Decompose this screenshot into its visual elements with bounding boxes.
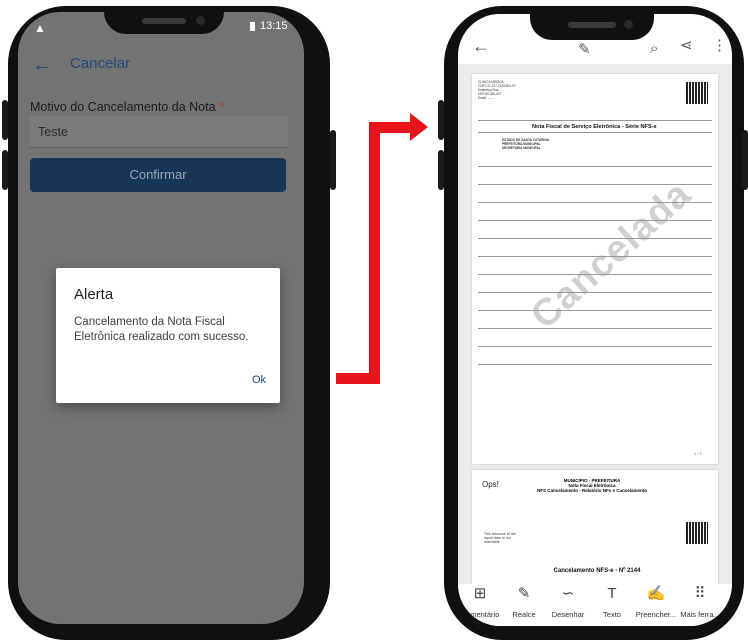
arrow-head	[410, 113, 428, 141]
ops-label: Ops!	[482, 480, 499, 489]
text-icon: T	[607, 585, 617, 602]
share-icon[interactable]: ⋖	[680, 36, 693, 54]
page-counter: 1 / 2	[694, 451, 702, 456]
tool-highlight[interactable]: ✎ Realce	[502, 584, 546, 619]
status-time: 13:15	[260, 20, 288, 32]
volume-button	[438, 100, 444, 140]
page-title: Cancelar	[70, 55, 131, 72]
report-title: MUNICÍPIO - PREFEITURA Nota Fiscal Eletr…	[532, 478, 652, 493]
cancellation-band: Cancelamento NFS-e - Nº 2144	[553, 568, 641, 574]
document-view[interactable]: CLINICA MEDICA CNPJ 21.227.213/0001-97 End…	[458, 64, 732, 590]
tool-label: Realce	[512, 610, 536, 619]
dialog-title: Alerta	[74, 286, 114, 303]
ok-button[interactable]: Ok	[252, 374, 266, 386]
required-mark: *	[219, 100, 224, 114]
unreachable-note: This resource of the report item is not …	[484, 532, 516, 544]
divider	[478, 346, 712, 347]
divider	[478, 120, 712, 121]
divider	[478, 328, 712, 329]
app-bar: ← Cancelar	[18, 44, 304, 88]
battery-icon	[250, 22, 255, 31]
back-arrow-icon[interactable]: ←	[32, 54, 52, 77]
tool-text[interactable]: T Texto	[590, 584, 634, 619]
confirm-button[interactable]: Confirmar	[30, 158, 286, 192]
left-screen: ▲ 13:15 ← Cancelar Motivo do Cancelament…	[18, 12, 304, 624]
qr-code	[686, 82, 708, 104]
back-arrow-icon[interactable]: ←	[472, 36, 490, 57]
tool-label: Preencher...	[635, 610, 677, 619]
tool-draw[interactable]: ∽ Desenhar	[546, 584, 590, 619]
warning-icon: ▲	[34, 21, 46, 35]
nfs-header-title: Nota Fiscal de Serviço Eletrônica - Séri…	[532, 124, 657, 130]
document-page: Ops! MUNICÍPIO - PREFEITURA Nota Fiscal …	[472, 470, 718, 590]
speaker	[142, 18, 186, 24]
volume-button	[2, 100, 8, 140]
arrow-segment	[369, 122, 413, 133]
highlight-icon: ✎	[517, 585, 531, 602]
tool-label: Comentário	[460, 610, 500, 619]
comment-icon: ⊞	[473, 585, 487, 602]
fill-sign-icon: ✍	[646, 585, 666, 602]
cancel-reason-input[interactable]: Teste	[30, 116, 288, 148]
volume-button	[2, 150, 8, 190]
divider	[478, 238, 712, 239]
divider	[478, 166, 712, 167]
qr-code	[686, 522, 708, 544]
annotation-toolbar: ⊞ Comentário ✎ Realce ∽ Desenhar T Texto…	[458, 584, 732, 626]
divider	[478, 310, 712, 311]
tool-label: Mais ferra...	[680, 610, 720, 619]
power-button	[742, 130, 748, 190]
more-icon[interactable]: ⋮	[712, 36, 727, 54]
camera	[196, 16, 205, 25]
divider	[478, 364, 712, 365]
dialog-message: Cancelamento da Nota Fiscal Eletrônica r…	[74, 316, 249, 343]
alert-dialog: Alerta Cancelamento da Nota Fiscal Eletr…	[56, 268, 280, 403]
power-button	[330, 130, 336, 190]
field-label-text: Motivo do Cancelamento da Nota	[30, 100, 216, 114]
report-title-line3: NFS Cancelamento - Relatório NFs e Cance…	[536, 488, 648, 493]
right-screen: ← ✎ ⌕ ⋖ ⋮ CLINICA MEDICA CNPJ 21.227.213/…	[458, 14, 732, 626]
speaker	[568, 22, 616, 28]
tool-label: Texto	[603, 610, 621, 619]
camera	[624, 20, 633, 29]
prefecture-block: ESTADO DE SANTA CATARINA PREFEITURA MUNIC…	[502, 138, 549, 150]
tool-fill-sign[interactable]: ✍ Preencher...	[634, 584, 678, 619]
tool-more[interactable]: ⠿ Mais ferra...	[678, 584, 722, 619]
pen-icon[interactable]: ✎	[578, 40, 591, 58]
issuer-block: CLINICA MEDICA CNPJ 21.227.213/0001-97 End…	[478, 80, 516, 100]
field-label: Motivo do Cancelamento da Nota *	[30, 100, 224, 114]
search-icon[interactable]: ⌕	[650, 40, 658, 57]
tool-label: Desenhar	[551, 610, 585, 619]
document-page: CLINICA MEDICA CNPJ 21.227.213/0001-97 End…	[472, 74, 718, 464]
arrow-segment	[369, 122, 380, 384]
divider	[478, 132, 712, 133]
tool-comment[interactable]: ⊞ Comentário	[458, 584, 502, 619]
draw-icon: ∽	[561, 585, 575, 602]
more-tools-icon: ⠿	[694, 585, 706, 602]
volume-button	[438, 150, 444, 190]
